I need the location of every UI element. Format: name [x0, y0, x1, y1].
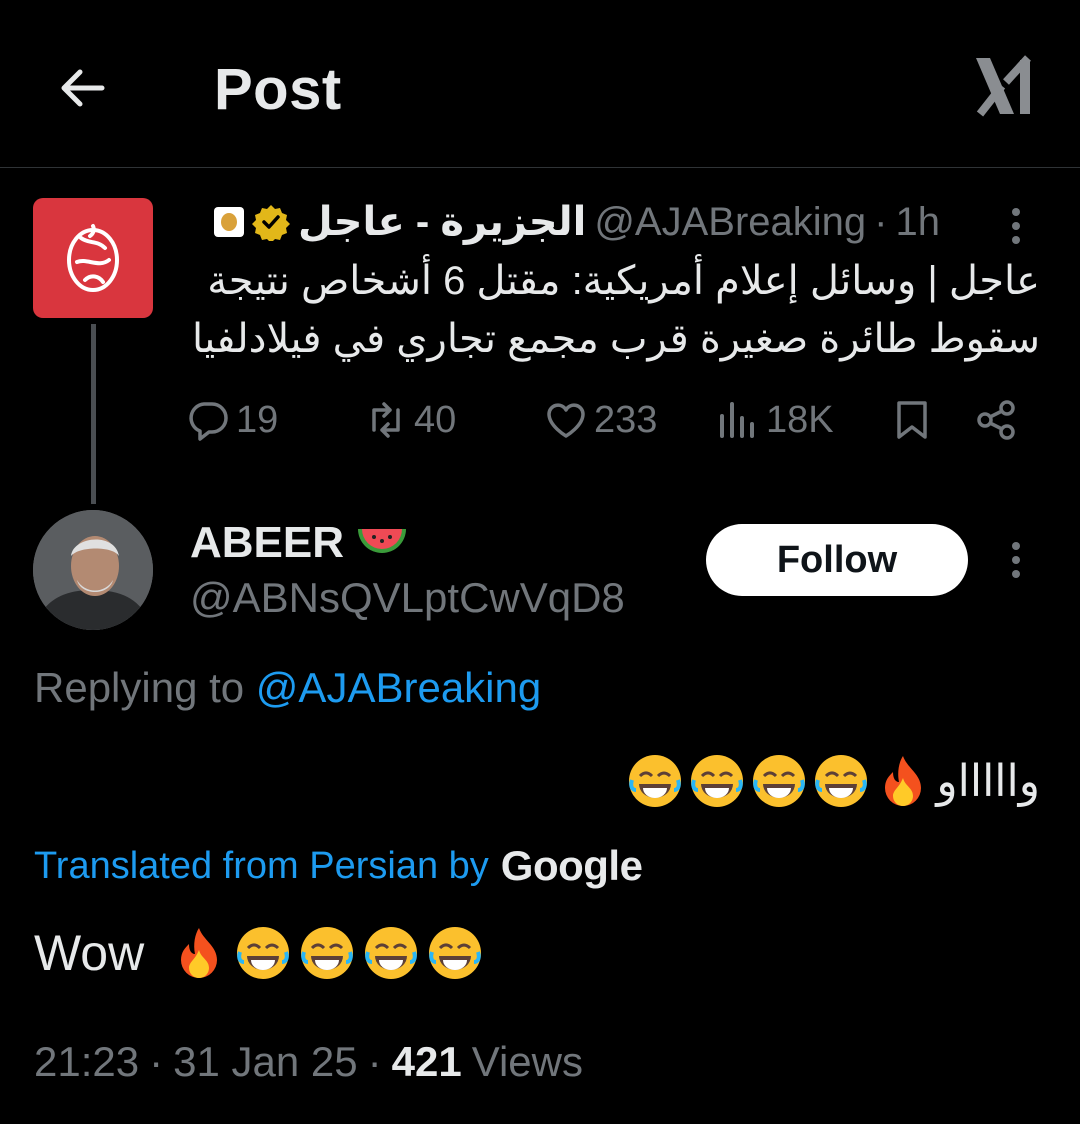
- x-logo-icon: [972, 52, 1036, 120]
- views-count: 18K: [766, 398, 834, 441]
- bookmark-button[interactable]: [890, 398, 934, 442]
- header-divider: [0, 167, 1080, 168]
- author-name-row[interactable]: ABEER: [190, 518, 408, 568]
- like-button[interactable]: 233: [544, 398, 657, 442]
- avatar[interactable]: [33, 198, 153, 318]
- laughing-emoji-icon: [812, 752, 870, 810]
- post-metadata: 21:23 · 31 Jan 25 · 421 Views: [34, 1038, 583, 1086]
- laughing-emoji-icon: [298, 924, 356, 982]
- bookmark-icon: [897, 401, 927, 439]
- post-header: الجزيرة - عاجل @AJABreaking · 1h: [213, 196, 941, 248]
- repost-button[interactable]: 40: [364, 398, 456, 442]
- replying-to: Replying to @AJABreaking: [34, 664, 541, 712]
- post-text: عاجل | وسائل إعلام أمريكية: مقتل 6 أشخاص…: [191, 259, 1040, 361]
- separator-dot: ·: [874, 199, 888, 244]
- affiliate-badge-icon: [213, 207, 244, 237]
- like-count: 233: [594, 398, 658, 441]
- laughing-emoji-icon: [362, 924, 420, 982]
- post-time[interactable]: 1h: [896, 200, 941, 245]
- heart-icon: [547, 403, 585, 438]
- repost-icon: [372, 402, 400, 438]
- author-name[interactable]: الجزيرة - عاجل: [298, 199, 586, 245]
- bar-chart-icon: [720, 402, 754, 438]
- replying-to-link[interactable]: @AJABreaking: [256, 664, 541, 711]
- laughing-emoji-icon: [234, 924, 292, 982]
- fire-icon: [874, 752, 932, 810]
- original-text: واااااو: [936, 756, 1040, 806]
- post-text-translated: Wow: [34, 924, 484, 982]
- more-options-icon[interactable]: [1004, 538, 1028, 582]
- laughing-emoji-icon: [688, 752, 746, 810]
- reply-button[interactable]: 19: [186, 398, 278, 442]
- fire-icon: [170, 924, 228, 982]
- post-timestamp[interactable]: 21:23: [34, 1038, 139, 1086]
- post-date[interactable]: 31 Jan 25: [173, 1038, 358, 1086]
- views-button[interactable]: 18K: [716, 398, 834, 442]
- author-handle[interactable]: @AJABreaking: [594, 200, 866, 245]
- views-label: Views: [471, 1038, 583, 1085]
- follow-button[interactable]: Follow: [706, 524, 968, 596]
- views-count: 421: [391, 1038, 462, 1085]
- reply-icon: [189, 402, 228, 441]
- avatar[interactable]: [33, 510, 153, 630]
- replying-prefix: Replying to: [34, 664, 245, 711]
- verified-badge-icon: [251, 205, 290, 241]
- author-name[interactable]: ABEER: [190, 518, 344, 568]
- post-text-original: واااااو: [626, 752, 1040, 810]
- separator-dot: ·: [367, 1038, 382, 1085]
- page-title: Post: [214, 57, 342, 122]
- laughing-emoji-icon: [426, 924, 484, 982]
- watermelon-icon: [358, 529, 407, 553]
- thread-connector: [91, 324, 96, 504]
- share-button[interactable]: [974, 398, 1018, 442]
- separator-dot: ·: [149, 1038, 164, 1085]
- more-options-icon[interactable]: [1004, 204, 1028, 248]
- share-icon: [977, 400, 1015, 440]
- translation-attribution[interactable]: Translated from Persian by Google: [34, 842, 643, 890]
- translated-prefix: Translated from Persian by: [34, 844, 489, 887]
- repost-count: 40: [414, 398, 457, 441]
- laughing-emoji-icon: [750, 752, 808, 810]
- google-logo: Google: [500, 842, 643, 889]
- laughing-emoji-icon: [626, 752, 684, 810]
- translated-text: Wow: [34, 925, 145, 981]
- reply-count: 19: [236, 398, 279, 441]
- author-handle[interactable]: @ABNsQVLptCwVqD8: [190, 574, 625, 622]
- arrow-left-icon[interactable]: [56, 62, 108, 114]
